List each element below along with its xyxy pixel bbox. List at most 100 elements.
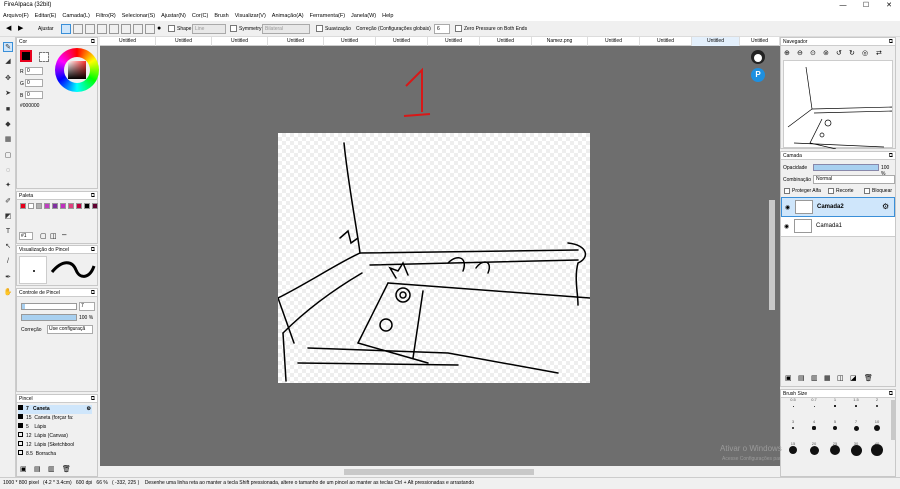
snap-off-icon[interactable] [61,24,71,34]
lock-checkbox[interactable] [864,188,870,194]
layer-settings-icon[interactable]: ⚙ [882,202,889,211]
text-tool-icon[interactable]: T [3,227,13,237]
color-wheel[interactable] [55,48,99,92]
tab-document[interactable]: Untitled [376,37,428,46]
palette-new-icon[interactable]: ▢ [40,232,47,240]
tab-document[interactable]: Untitled [480,37,532,46]
rotate-reset-icon[interactable]: ◎ [862,49,868,57]
correction-select[interactable]: 6 [434,24,450,34]
panel-close-icon[interactable]: ⧉ [91,289,95,297]
fill-rect-icon[interactable]: ■ [3,105,13,115]
select-eraser-icon[interactable]: ◩ [3,212,13,222]
symmetry-select[interactable]: Bilateral [262,24,310,34]
magic-wand-icon[interactable]: ✦ [3,181,13,191]
palette-swatch[interactable] [60,203,66,209]
layer-row[interactable]: ◉ Camada2 ⚙ [781,197,895,217]
palette-swatch[interactable] [68,203,74,209]
snap-curve-icon[interactable] [133,24,143,34]
palette-swatch[interactable] [36,203,42,209]
zoom-fit-icon[interactable]: ⊙ [810,49,816,57]
flip-icon[interactable]: ⇄ [876,49,882,57]
brush-copy-icon[interactable]: ▥ [48,465,55,473]
brush-folder-icon[interactable]: ▤ [34,465,41,473]
tab-document-active[interactable]: Untitled [692,37,740,46]
tab-document[interactable]: Untitled [324,37,376,46]
brush-size-dot[interactable] [850,444,862,456]
zero-pressure-checkbox[interactable] [455,25,462,32]
panel-close-icon[interactable]: ⧉ [889,390,893,398]
tab-document[interactable]: Untitled [588,37,640,46]
palette-swatch[interactable] [84,203,90,209]
palette-swatch[interactable] [20,203,26,209]
tab-document[interactable]: Untitled [156,37,212,46]
brush-size-dot[interactable] [792,405,794,407]
menu-file[interactable]: Arquivo(F) [0,11,32,21]
navigator-thumbnail[interactable] [783,60,893,150]
protect-alpha-checkbox[interactable] [784,188,790,194]
brush-size-slider[interactable] [21,303,77,310]
zoom-in-icon[interactable]: ⊕ [784,49,790,57]
merge-layer-icon[interactable]: ◪ [850,374,857,382]
menu-brush[interactable]: Brush [211,11,231,21]
rotate-left-icon[interactable]: ↺ [836,49,842,57]
tab-document[interactable]: Untitled [268,37,324,46]
minimize-button[interactable]: — [835,0,851,11]
brush-size-dot[interactable] [791,426,795,430]
snap-circle-icon[interactable] [121,24,131,34]
menu-help[interactable]: Help [379,11,396,21]
palette-remove-icon[interactable]: – [62,230,66,239]
shape-checkbox[interactable] [168,25,175,32]
maximize-button[interactable]: ☐ [858,0,874,11]
rotate-right-icon[interactable]: ↻ [849,49,855,57]
brush-size-dot[interactable] [853,425,859,431]
menu-adjust[interactable]: Ajustar(N) [158,11,189,21]
brush-size-dot[interactable] [834,405,836,407]
brush-settings-icon[interactable]: ⚙ [87,405,91,414]
brush-add-icon[interactable]: ▣ [20,465,27,473]
palette-options-icon[interactable]: ◫ [50,232,57,240]
layer-row[interactable]: ◉ Camada1 [781,217,895,237]
menu-edit[interactable]: Editar(E) [32,11,60,21]
clip-checkbox[interactable] [828,188,834,194]
tab-document[interactable]: Untitled [100,37,156,46]
snap-grid-icon[interactable] [97,24,107,34]
g-input[interactable]: 0 [25,79,43,87]
undo-icon[interactable]: ◀ [6,24,11,34]
smoothing-checkbox[interactable] [316,25,323,32]
brush-item[interactable]: 12 Lápis (Canvas) [18,432,92,441]
menu-tool[interactable]: Ferramenta(F) [307,11,348,21]
zoom-actual-icon[interactable]: ⊚ [823,49,829,57]
new-layer-8bit-icon[interactable]: ▤ [798,374,805,382]
correction-dropdown[interactable]: Use configuraçã [47,325,93,334]
panel-close-icon[interactable]: ⧉ [91,38,95,46]
snap-parallel-icon[interactable] [73,24,83,34]
brush-size-dot[interactable] [874,425,880,431]
shape-select[interactable]: Line [192,24,226,34]
brush-item[interactable]: 12 Lápis (Sketchbool [18,441,92,450]
palette-swatch[interactable] [44,203,50,209]
zoom-out-icon[interactable]: ⊖ [797,49,803,57]
brush-size-dot[interactable] [830,445,840,455]
layer-visibility-icon[interactable]: ◉ [784,223,789,230]
penguin-icon[interactable] [751,50,765,64]
palette-swatch[interactable] [28,203,34,209]
brush-item[interactable]: 8.5 Borracha [18,450,92,459]
snap-cross-icon[interactable] [85,24,95,34]
tab-document[interactable]: Untitled [740,37,780,46]
select-pen-icon[interactable]: ✐ [3,197,13,207]
new-folder-icon[interactable]: ▦ [824,374,831,382]
panel-close-icon[interactable]: ⧉ [889,38,893,46]
move-tool-icon[interactable]: ✥ [3,74,13,84]
rect-select-icon[interactable]: ▢ [3,151,13,161]
brush-size-dot[interactable] [876,405,878,407]
snap-perspective-icon[interactable] [145,24,155,34]
brush-size-scrollbar[interactable] [891,400,895,440]
brush-size-dot[interactable] [812,426,816,430]
panel-close-icon[interactable]: ⧉ [889,152,893,160]
brush-size-dot[interactable] [855,405,857,407]
eraser-tool-icon[interactable]: ◢ [3,57,13,67]
horizontal-scrollbar[interactable] [344,469,534,475]
primary-color-swatch[interactable] [20,50,32,62]
vertical-scrollbar[interactable] [769,200,775,310]
lasso-icon[interactable]: ◌ [3,166,13,176]
